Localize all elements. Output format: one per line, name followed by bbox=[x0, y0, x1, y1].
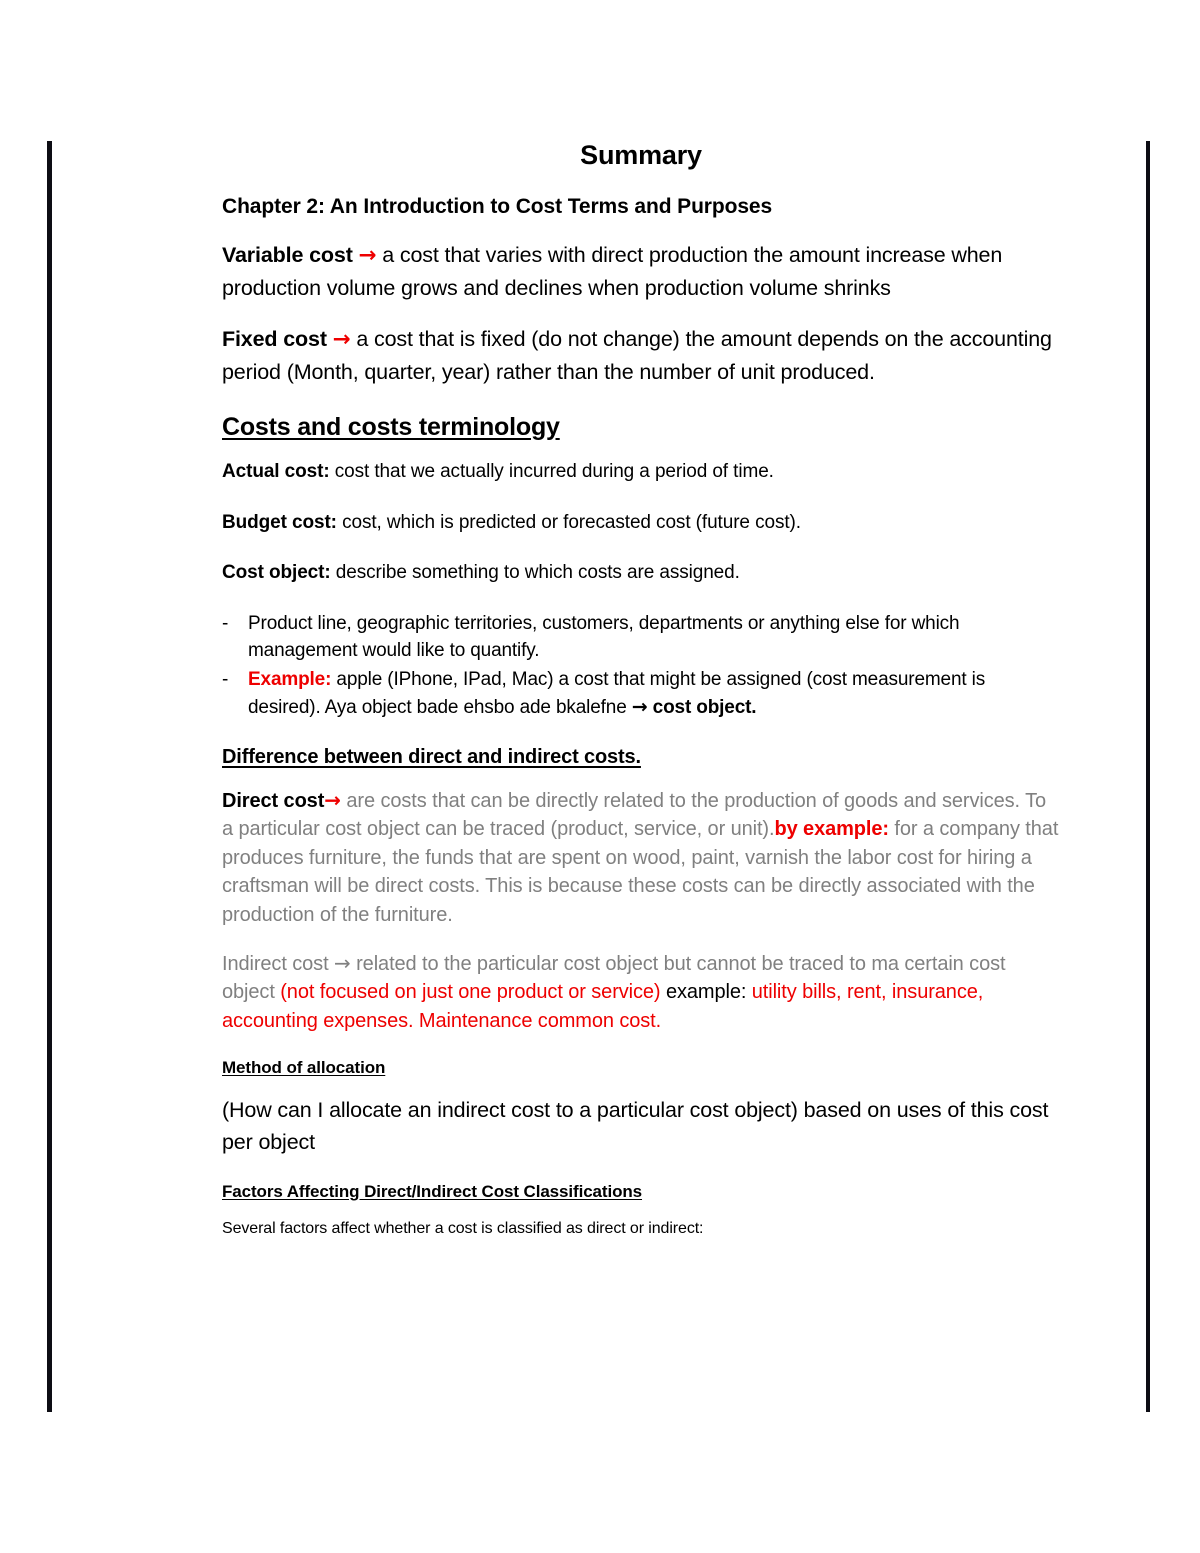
indirect-cost-red-note: (not focused on just one product or serv… bbox=[280, 981, 661, 1004]
list-item: - Product line, geographic territories, c… bbox=[222, 611, 1060, 665]
arrow-icon: → bbox=[324, 787, 341, 812]
indirect-cost-term: Indirect cost bbox=[222, 952, 334, 975]
list-item-text: Product line, geographic territories, cu… bbox=[248, 613, 960, 662]
definition-term: Cost object: bbox=[222, 562, 331, 584]
page-left-rule bbox=[47, 141, 52, 1412]
document-content: Summary Chapter 2: An Introduction to Co… bbox=[222, 140, 1060, 1239]
definition-term: Actual cost: bbox=[222, 461, 330, 483]
document-page: Summary Chapter 2: An Introduction to Co… bbox=[0, 0, 1200, 1553]
definition-text: cost that we actually incurred during a … bbox=[329, 461, 774, 483]
variable-cost-paragraph: Variable cost → a cost that varies with … bbox=[222, 239, 1060, 305]
fixed-cost-term: Fixed cost bbox=[222, 326, 327, 351]
list-item-emphasis: cost object. bbox=[647, 696, 757, 718]
fixed-cost-paragraph: Fixed cost → a cost that is fixed (do no… bbox=[222, 323, 1060, 389]
cost-object-bullet-list: - Product line, geographic territories, c… bbox=[222, 611, 1060, 722]
list-item: - Example: apple (IPhone, IPad, Mac) a co… bbox=[222, 667, 1060, 722]
terminology-heading: Costs and costs terminology bbox=[222, 413, 560, 442]
variable-cost-term: Variable cost bbox=[222, 243, 353, 268]
page-title: Summary bbox=[580, 140, 702, 170]
definition-cost-object: Cost object: describe something to which… bbox=[222, 560, 1060, 587]
arrow-icon: → bbox=[332, 326, 351, 352]
definition-text: cost, which is predicted or forecasted c… bbox=[336, 511, 801, 533]
direct-cost-term: Direct cost bbox=[222, 789, 325, 812]
dash-bullet-icon: - bbox=[222, 613, 229, 635]
factors-heading: Factors Affecting Direct/Indirect Cost C… bbox=[222, 1181, 643, 1201]
by-example-label: by example: bbox=[774, 818, 889, 841]
allocation-body: (How can I allocate an indirect cost to … bbox=[222, 1098, 1049, 1155]
page-right-rule bbox=[1146, 141, 1150, 1412]
direct-cost-paragraph: Direct cost→ are costs that can be direc… bbox=[222, 786, 1060, 929]
example-label: Example: bbox=[248, 669, 332, 691]
dash-bullet-icon: - bbox=[222, 669, 229, 691]
arrow-icon: → bbox=[631, 695, 648, 718]
arrow-icon: → bbox=[358, 243, 377, 269]
arrow-icon: → bbox=[333, 950, 351, 975]
direct-indirect-heading: Difference between direct and indirect c… bbox=[222, 745, 641, 768]
allocation-heading: Method of allocation bbox=[222, 1058, 386, 1078]
definition-budget-cost: Budget cost: cost, which is predicted or… bbox=[222, 510, 1060, 537]
definition-actual-cost: Actual cost: cost that we actually incur… bbox=[222, 459, 1060, 486]
factors-intro: Several factors affect whether a cost is… bbox=[222, 1219, 704, 1237]
definition-text: describe something to which costs are as… bbox=[330, 562, 740, 584]
definition-term: Budget cost: bbox=[222, 511, 337, 533]
list-item-text: apple (IPhone, IPad, Mac) a cost that mi… bbox=[248, 669, 986, 718]
chapter-heading: Chapter 2: An Introduction to Cost Terms… bbox=[222, 194, 773, 218]
indirect-cost-example-label: example: bbox=[660, 981, 752, 1004]
indirect-cost-paragraph: Indirect cost → related to the particula… bbox=[222, 949, 1060, 1035]
